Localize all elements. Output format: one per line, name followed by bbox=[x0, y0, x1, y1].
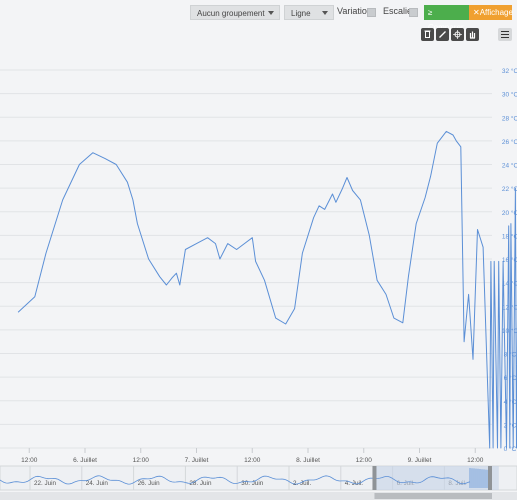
y-tick-label: 6 °C bbox=[504, 374, 517, 382]
x-tick-label: 12:00 bbox=[133, 457, 150, 464]
navigator-handle-left bbox=[372, 466, 377, 490]
y-tick-label: 22 °C bbox=[502, 185, 517, 193]
y-tick-label: 10 °C bbox=[502, 327, 517, 335]
grouping-select[interactable]: Aucun groupement bbox=[190, 5, 280, 20]
menu-icon[interactable] bbox=[498, 28, 512, 41]
chevron-down-icon bbox=[322, 11, 328, 15]
y-axis: 0 °C 2 °C 4 °C 6 °C 8 °C 10 °C 12 °C 14 °C 16 °C… bbox=[502, 67, 517, 453]
x-tick-label: 6. Juillet bbox=[73, 457, 97, 464]
y-tick-label: 0 °C bbox=[504, 445, 517, 453]
compare-icon: ≥ bbox=[428, 8, 433, 17]
series-line bbox=[17, 130, 517, 449]
chart-type-select-value: Ligne bbox=[291, 9, 311, 18]
navigator-label: 24. Juin bbox=[86, 480, 109, 487]
y-tick-label: 2 °C bbox=[504, 421, 517, 429]
compare-button[interactable]: ≥ Comparer bbox=[424, 5, 469, 32]
variation-checkbox[interactable] bbox=[367, 8, 376, 17]
close-icon: ✕ bbox=[473, 8, 480, 17]
navigator-label: 30. Juin bbox=[241, 480, 264, 487]
y-tick-label: 30 °C bbox=[502, 91, 517, 99]
chart-toolbar: Aucun groupement Ligne Variation Escalie… bbox=[0, 0, 517, 32]
navigator-scrollbar-thumb bbox=[374, 493, 492, 499]
navigator-label: 28. Juin bbox=[189, 480, 212, 487]
temperature-chart: 0 °C 2 °C 4 °C 6 °C 8 °C 10 °C 12 °C 14 °C 16 °C… bbox=[0, 67, 517, 500]
y-tick-label: 20 °C bbox=[502, 209, 517, 217]
x-axis: 12:00 6. Juillet 12:00 7. Juillet 12:00 8. Ju… bbox=[21, 448, 484, 464]
navigator-scrollbar-track bbox=[0, 492, 517, 500]
y-tick-label: 4 °C bbox=[504, 398, 517, 406]
grouping-select-value: Aucun groupement bbox=[197, 9, 265, 18]
x-tick-label: 8. Juillet bbox=[296, 457, 320, 464]
y-tick-label: 24 °C bbox=[502, 162, 517, 170]
navigator-label: 4. Juil. bbox=[345, 480, 363, 487]
navigator-label: 26. Juin bbox=[138, 480, 161, 487]
y-tick-label: 12 °C bbox=[502, 303, 517, 311]
navigator-handle-right bbox=[488, 466, 492, 490]
display-button-label: Affichage bbox=[479, 8, 513, 17]
display-button[interactable]: ✕Affichage bbox=[469, 5, 513, 20]
y-tick-label: 26 °C bbox=[502, 138, 517, 146]
chart-type-select[interactable]: Ligne bbox=[284, 5, 334, 20]
trash-icon[interactable] bbox=[421, 28, 434, 41]
x-tick-label: 12:00 bbox=[467, 457, 484, 464]
navigator-selection bbox=[374, 466, 499, 490]
grid-lines bbox=[0, 69, 492, 449]
y-tick-label: 14 °C bbox=[502, 280, 517, 288]
hand-icon[interactable] bbox=[466, 28, 479, 41]
navigator-series bbox=[0, 475, 471, 485]
chevron-down-icon bbox=[268, 11, 274, 15]
navigator-label: 6. Juil. bbox=[397, 480, 415, 487]
navigator-background bbox=[0, 465, 517, 491]
navigator-label: 2. Juil. bbox=[293, 480, 311, 487]
x-tick-label: 9. Juillet bbox=[408, 457, 432, 464]
navigator-label: 22. Juin bbox=[34, 480, 57, 487]
pencil-icon[interactable] bbox=[436, 28, 449, 41]
navigator: 22. Juin 24. Juin 26. Juin 28. Juin 30. Juin… bbox=[0, 465, 517, 500]
y-tick-label: 8 °C bbox=[504, 351, 517, 359]
navigator-label: 8. Juil. bbox=[448, 480, 466, 487]
stair-checkbox[interactable] bbox=[409, 8, 418, 17]
y-tick-label: 18 °C bbox=[502, 232, 517, 240]
y-tick-label: 28 °C bbox=[502, 114, 517, 122]
crosshair-icon[interactable] bbox=[451, 28, 464, 41]
y-tick-label: 32 °C bbox=[502, 67, 517, 75]
x-tick-label: 12:00 bbox=[356, 457, 373, 464]
x-tick-label: 7. Juillet bbox=[185, 457, 209, 464]
y-tick-label: 16 °C bbox=[502, 256, 517, 264]
x-tick-label: 12:00 bbox=[244, 457, 261, 464]
x-tick-label: 12:00 bbox=[21, 457, 38, 464]
